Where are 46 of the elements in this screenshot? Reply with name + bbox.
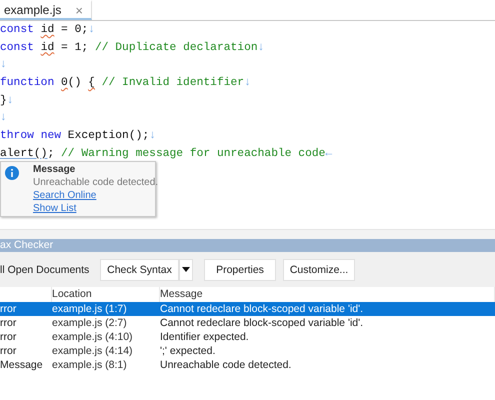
toolbar-button[interactable]: Customize... xyxy=(283,258,355,280)
line-end-mark: ↓ xyxy=(6,94,14,107)
tab-label: example.js xyxy=(4,3,62,17)
caret-icon xyxy=(182,267,190,272)
code-line: throw new Exception(); xyxy=(0,130,150,142)
table-cell[interactable]: rror xyxy=(0,344,52,358)
toolbar-button[interactable]: Check Syntax xyxy=(100,258,179,280)
line-end-mark: ↓ xyxy=(244,77,251,90)
line-end-mark: ↓ xyxy=(88,24,95,36)
code-line: const id = 0; xyxy=(0,24,88,36)
table-cell[interactable]: Message xyxy=(0,358,52,372)
toolbar-button[interactable]: Properties xyxy=(204,258,276,280)
line-end-mark: ← xyxy=(325,148,332,160)
table-cell[interactable]: rror xyxy=(0,316,52,330)
scope-label: ll Open Documents xyxy=(0,264,90,276)
table-cell[interactable]: Cannot redeclare block-scoped variable 'id'. xyxy=(160,302,495,316)
table-cell[interactable]: ';' expected. xyxy=(160,344,495,358)
line-end-mark: ↓ xyxy=(149,130,156,142)
code-line: function 0() { // Invalid identifier xyxy=(0,77,244,90)
tooltip-message: Unreachable code detected. xyxy=(33,176,158,189)
tooltip-link[interactable]: Show List xyxy=(33,202,76,215)
table-cell[interactable]: example.js (8:1) xyxy=(52,358,160,372)
table-cell[interactable]: example.js (4:14) xyxy=(52,344,160,358)
column-header[interactable]: Message xyxy=(160,288,203,300)
close-icon[interactable]: × xyxy=(75,2,83,18)
table-cell[interactable]: rror xyxy=(0,330,52,344)
line-end-mark: ↓ xyxy=(0,112,7,124)
code-line: alert(); // Warning message for unreachable code xyxy=(0,148,326,160)
code-line: } xyxy=(0,94,7,107)
line-end-mark: ↓ xyxy=(0,59,7,72)
tooltip-link[interactable]: Search Online xyxy=(33,189,96,202)
table-cell[interactable]: Cannot redeclare block-scoped variable 'id'. xyxy=(160,316,495,330)
table-cell[interactable]: Unreachable code detected. xyxy=(160,358,495,372)
line-end-mark: ↓ xyxy=(258,42,264,54)
file-tab[interactable]: example.js × xyxy=(0,0,92,20)
tooltip-title: Message xyxy=(33,163,76,176)
panel-title: ax Checker xyxy=(0,239,495,252)
column-header[interactable]: Location xyxy=(52,288,92,300)
table-cell[interactable]: example.js (1:7) xyxy=(52,302,160,316)
dropdown-button[interactable] xyxy=(179,258,193,280)
code-line: const id = 1; // Duplicate declaration xyxy=(0,42,258,54)
table-cell[interactable]: example.js (2:7) xyxy=(52,316,160,330)
table-cell[interactable]: Identifier expected. xyxy=(160,330,495,344)
table-cell[interactable]: rror xyxy=(0,302,52,316)
info-icon xyxy=(5,166,19,180)
table-cell[interactable]: example.js (4:10) xyxy=(52,330,160,344)
